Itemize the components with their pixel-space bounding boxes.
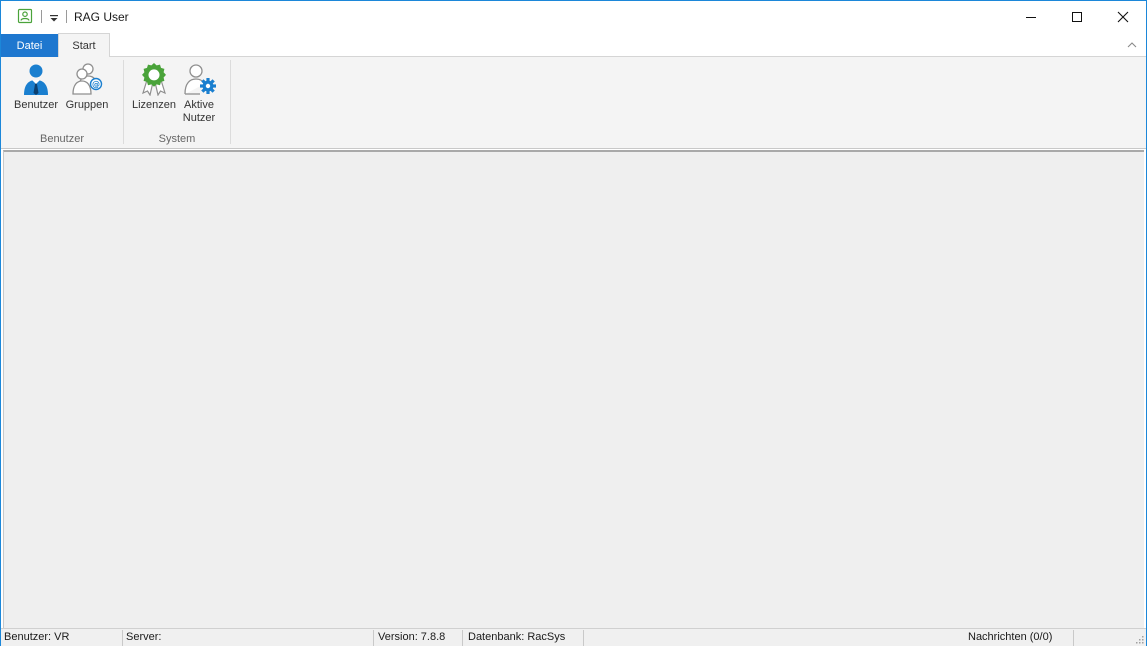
status-separator bbox=[122, 630, 123, 646]
lizenzen-button-label: Lizenzen bbox=[131, 99, 177, 111]
benutzer-button-label: Benutzer bbox=[13, 99, 59, 111]
svg-text:@: @ bbox=[92, 80, 100, 89]
app-window: RAG User Datei Start Benutzer @ Gruppen … bbox=[0, 0, 1147, 646]
customize-quick-access-icon[interactable] bbox=[48, 9, 60, 25]
ribbon-tab-row: Datei Start bbox=[1, 33, 1146, 58]
title-bar[interactable]: RAG User bbox=[1, 1, 1146, 33]
minimize-icon bbox=[1026, 17, 1036, 18]
maximize-icon bbox=[1072, 12, 1082, 22]
status-messages[interactable]: Nachrichten (0/0) bbox=[968, 631, 1052, 643]
close-icon bbox=[1117, 11, 1129, 23]
minimize-button[interactable] bbox=[1008, 1, 1054, 33]
aktive-nutzer-button[interactable]: Aktive Nutzer bbox=[177, 61, 221, 131]
status-bar: Benutzer: VR Server: Version: 7.8.8 Date… bbox=[1, 628, 1146, 646]
status-separator bbox=[583, 630, 584, 646]
group-label-system: System bbox=[158, 133, 196, 145]
lizenzen-button[interactable]: Lizenzen bbox=[129, 61, 179, 131]
status-version: Version: 7.8.8 bbox=[378, 631, 446, 643]
status-separator bbox=[373, 630, 374, 646]
group-label-benutzer: Benutzer bbox=[39, 133, 85, 145]
license-badge-icon bbox=[137, 61, 171, 97]
app-icon[interactable] bbox=[17, 8, 33, 24]
collapse-ribbon-icon[interactable] bbox=[1125, 38, 1139, 52]
tab-start[interactable]: Start bbox=[58, 33, 110, 58]
window-title: RAG User bbox=[74, 10, 129, 24]
benutzer-button[interactable]: Benutzer bbox=[11, 61, 61, 131]
tab-datei[interactable]: Datei bbox=[1, 34, 58, 57]
status-server: Server: bbox=[126, 631, 162, 643]
status-separator bbox=[1073, 630, 1074, 646]
user-icon bbox=[19, 61, 53, 97]
aktive-nutzer-button-label: Aktive Nutzer bbox=[182, 99, 216, 124]
ribbon-panel: Benutzer @ Gruppen Benutzer Lizenzen Akt… bbox=[1, 57, 1146, 149]
toolbar-separator bbox=[66, 10, 67, 23]
status-database: Datenbank: RacSys bbox=[468, 631, 566, 643]
close-button[interactable] bbox=[1100, 1, 1146, 33]
gruppen-button[interactable]: @ Gruppen bbox=[62, 61, 112, 131]
resize-grip-icon[interactable] bbox=[1134, 634, 1144, 644]
status-separator bbox=[462, 630, 463, 646]
group-separator bbox=[230, 60, 231, 144]
status-user: Benutzer: VR bbox=[4, 631, 70, 643]
maximize-button[interactable] bbox=[1054, 1, 1100, 33]
toolbar-separator bbox=[41, 10, 42, 23]
gruppen-button-label: Gruppen bbox=[65, 99, 109, 111]
main-workspace[interactable] bbox=[3, 150, 1144, 628]
active-user-gear-icon bbox=[182, 61, 216, 97]
group-separator bbox=[123, 60, 124, 144]
user-group-icon: @ bbox=[70, 61, 104, 97]
